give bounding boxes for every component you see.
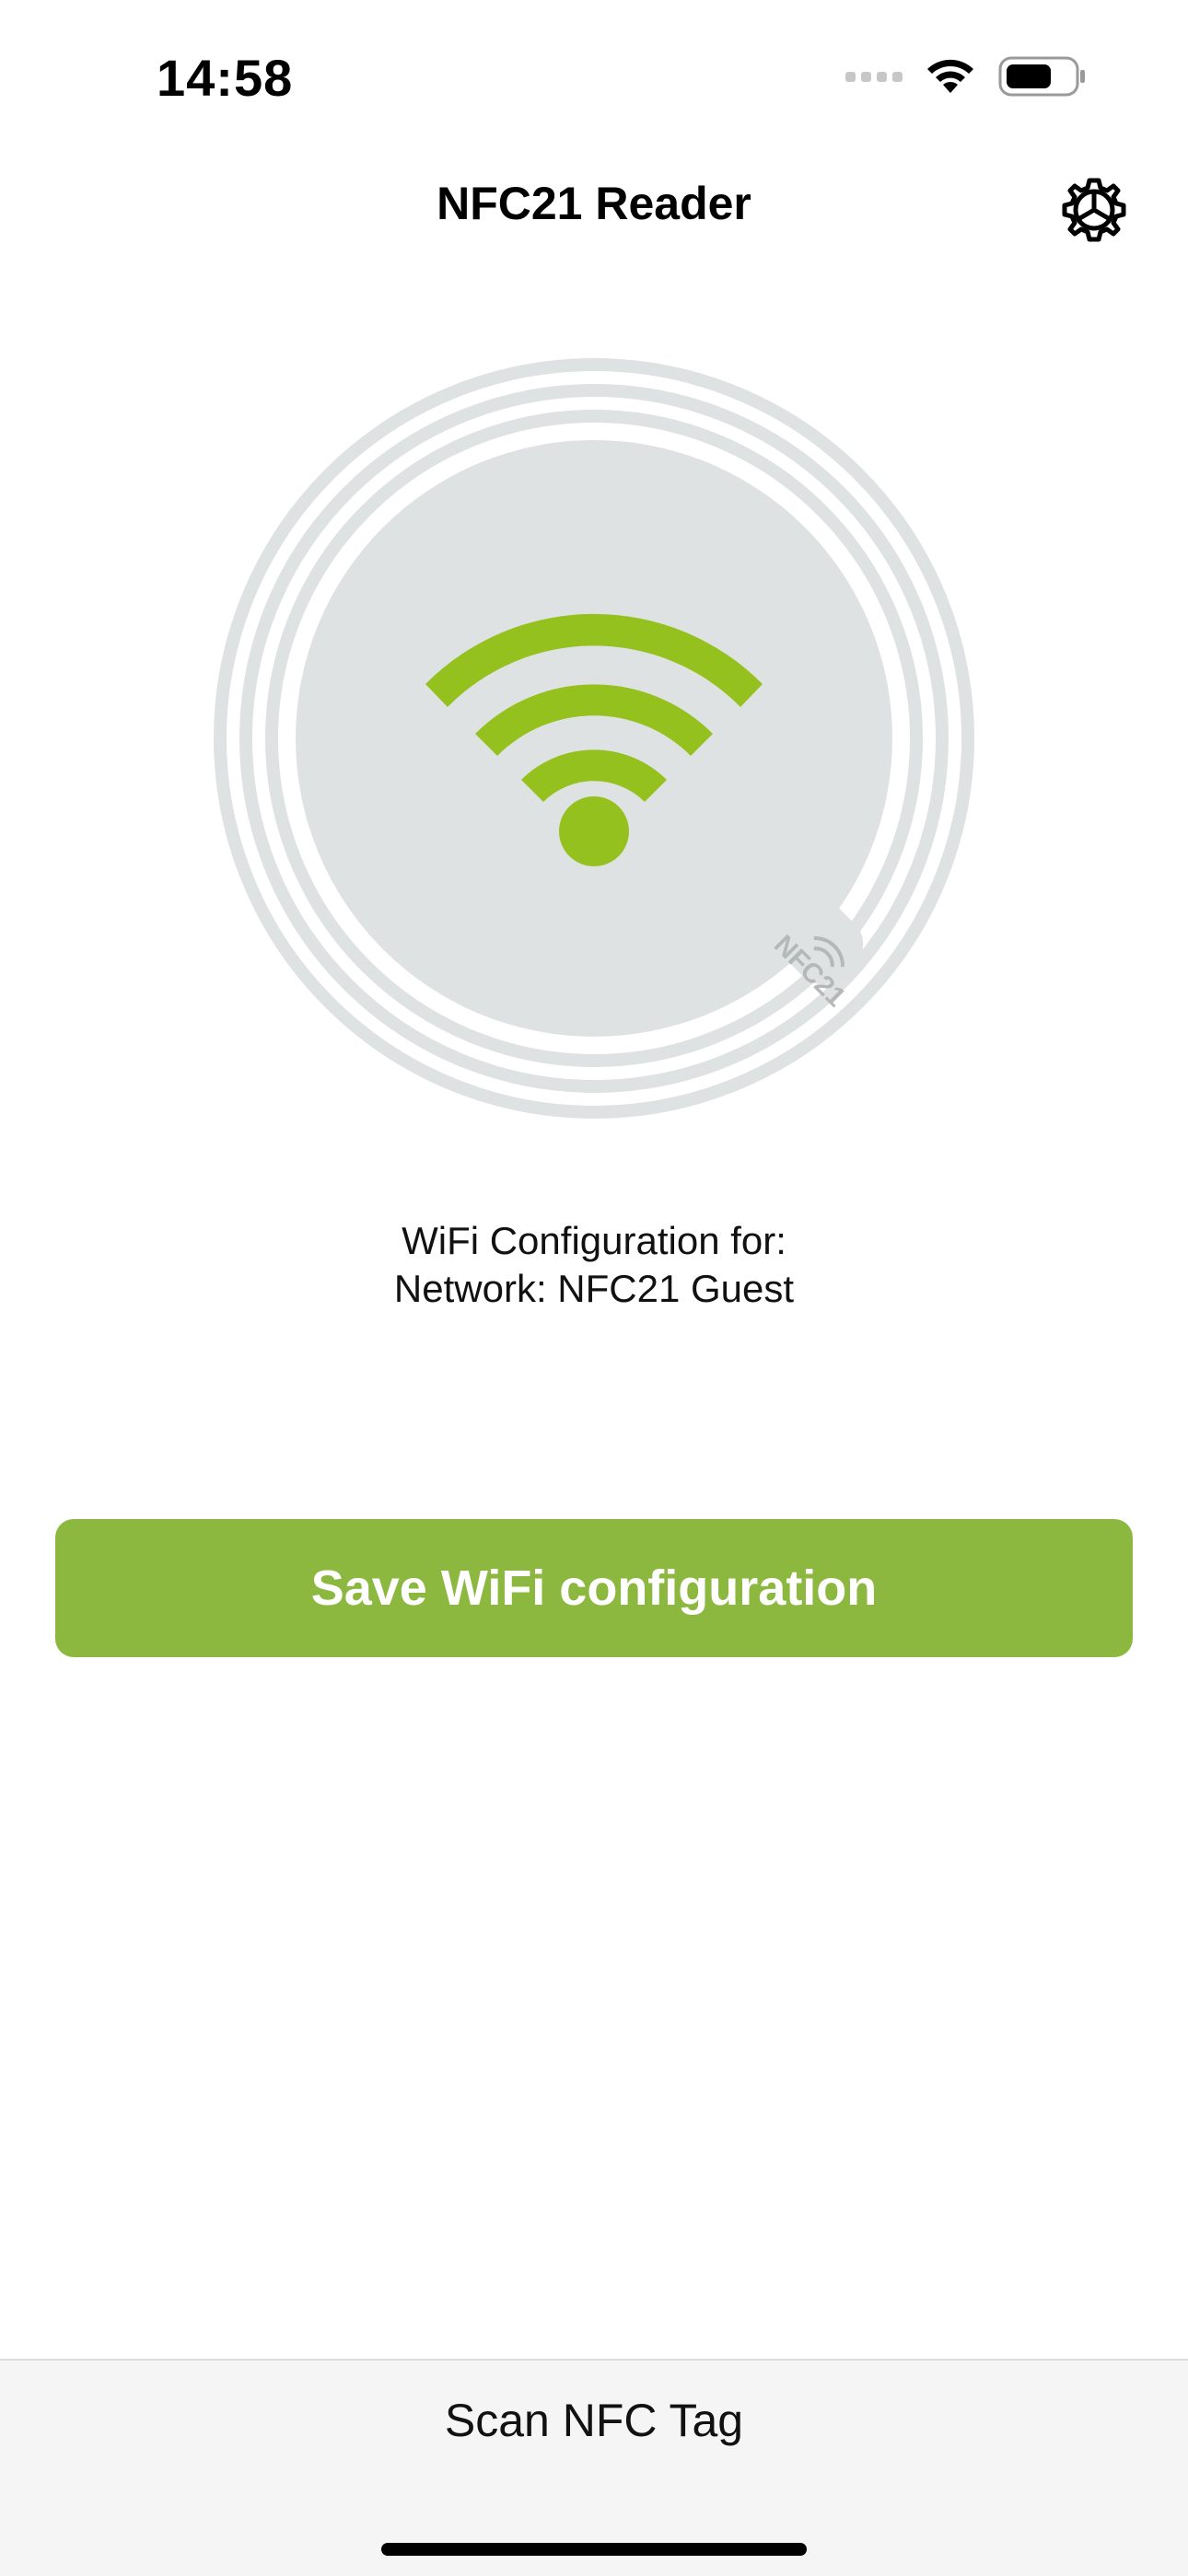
status-time: 14:58 — [157, 49, 294, 107]
wifi-info: WiFi Configuration for: Network: NFC21 G… — [0, 1217, 1188, 1313]
wifi-status-icon — [927, 59, 973, 93]
nfc-tag-graphic: NFC21 — [214, 358, 974, 1119]
gear-icon[interactable] — [1059, 175, 1129, 245]
home-indicator[interactable] — [381, 2543, 807, 2556]
status-icons — [845, 55, 1087, 98]
network-name: Network: NFC21 Guest — [393, 1267, 795, 1310]
info-heading: WiFi Configuration for: — [402, 1219, 786, 1262]
page-title: NFC21 Reader — [437, 178, 751, 229]
battery-icon — [998, 56, 1085, 97]
scan-nfc-tag-button[interactable]: Scan NFC Tag — [0, 2394, 1188, 2447]
status-bar: 14:58 — [0, 0, 1188, 157]
save-wifi-button[interactable]: Save WiFi configuration — [55, 1519, 1133, 1657]
cellular-signal-icon — [845, 71, 903, 82]
bottom-toolbar: Scan NFC Tag — [0, 2359, 1188, 2576]
